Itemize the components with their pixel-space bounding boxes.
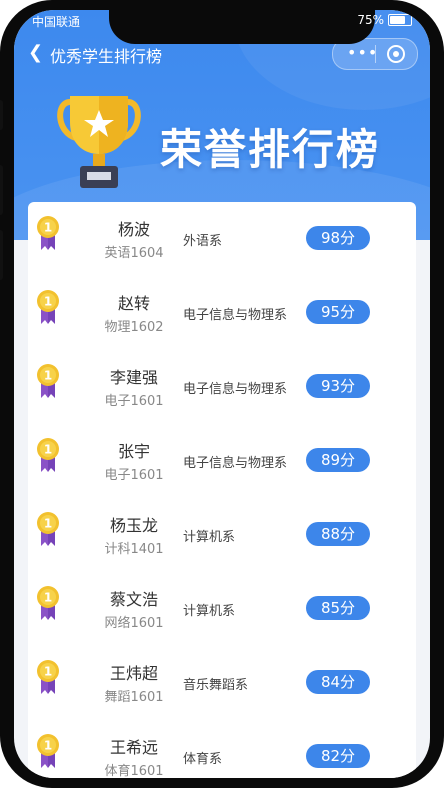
side-button <box>0 100 3 130</box>
capsule-divider <box>375 45 376 63</box>
svg-text:1: 1 <box>44 221 52 235</box>
battery-percent: 75% <box>357 13 384 27</box>
phone-mockup: 中国联通 75% ❮ 优秀学生排行榜 ••• 荣誉排行榜 1 杨波 英语1604… <box>0 0 444 788</box>
medal-icon: 1 <box>36 734 60 770</box>
student-department: 电子信息与物理系 <box>183 456 288 471</box>
trophy-icon <box>57 96 141 188</box>
student-department: 计算机系 <box>183 604 236 619</box>
svg-text:1: 1 <box>44 591 52 605</box>
medal-icon: 1 <box>36 512 60 548</box>
medal-icon: 1 <box>36 364 60 400</box>
side-button <box>0 165 3 215</box>
svg-text:1: 1 <box>44 295 52 309</box>
medal-icon: 1 <box>36 438 60 474</box>
medal-icon: 1 <box>36 660 60 696</box>
svg-text:1: 1 <box>44 665 52 679</box>
medal-icon: 1 <box>36 586 60 622</box>
student-class: 英语1604 <box>104 246 164 261</box>
student-name: 蔡文浩 <box>109 590 158 609</box>
ranking-row[interactable]: 1 赵转 物理1602 电子信息与物理系 95分 <box>28 276 416 350</box>
chevron-left-icon[interactable]: ❮ <box>28 43 43 63</box>
student-department: 计算机系 <box>183 530 236 545</box>
student-department: 电子信息与物理系 <box>183 308 288 323</box>
status-bar: 中国联通 75% <box>14 10 430 32</box>
mini-program-close-icon[interactable] <box>387 45 405 63</box>
ranking-row[interactable]: 1 王希远 体育1601 体育系 82分 <box>28 720 416 778</box>
score-badge: 95分 <box>306 300 370 324</box>
battery-icon <box>388 14 412 26</box>
score-badge: 82分 <box>306 744 370 768</box>
svg-text:1: 1 <box>44 739 52 753</box>
ranking-row[interactable]: 1 杨波 英语1604 外语系 98分 <box>28 202 416 276</box>
ranking-row[interactable]: 1 张宇 电子1601 电子信息与物理系 89分 <box>28 424 416 498</box>
side-button <box>0 230 3 280</box>
medal-icon: 1 <box>36 290 60 326</box>
svg-text:1: 1 <box>44 517 52 531</box>
ranking-row[interactable]: 1 蔡文浩 网络1601 计算机系 85分 <box>28 572 416 646</box>
student-name: 杨波 <box>117 220 150 239</box>
svg-text:1: 1 <box>44 369 52 383</box>
score-badge: 93分 <box>306 374 370 398</box>
student-department: 音乐舞蹈系 <box>183 678 249 693</box>
student-class: 物理1602 <box>104 320 164 335</box>
svg-text:1: 1 <box>44 443 52 457</box>
student-class: 舞蹈1601 <box>104 690 164 705</box>
student-department: 电子信息与物理系 <box>183 382 288 397</box>
more-dots-icon[interactable]: ••• <box>347 45 378 61</box>
battery-indicator: 75% <box>357 13 412 27</box>
student-class: 电子1601 <box>104 468 164 483</box>
student-name: 李建强 <box>109 368 158 387</box>
carrier-label: 中国联通 <box>32 15 81 29</box>
ranking-row[interactable]: 1 王炜超 舞蹈1601 音乐舞蹈系 84分 <box>28 646 416 720</box>
banner-title: 荣誉排行榜 <box>160 125 381 174</box>
student-class: 电子1601 <box>104 394 164 409</box>
student-class: 计科1401 <box>104 542 164 557</box>
score-badge: 88分 <box>306 522 370 546</box>
medal-icon: 1 <box>36 216 60 252</box>
student-name: 赵转 <box>117 294 150 313</box>
ranking-row[interactable]: 1 李建强 电子1601 电子信息与物理系 93分 <box>28 350 416 424</box>
ranking-row[interactable]: 1 杨玉龙 计科1401 计算机系 88分 <box>28 498 416 572</box>
student-class: 网络1601 <box>104 616 164 631</box>
student-name: 张宇 <box>117 442 150 461</box>
student-name: 杨玉龙 <box>109 516 158 535</box>
score-badge: 89分 <box>306 448 370 472</box>
score-badge: 98分 <box>306 226 370 250</box>
student-class: 体育1601 <box>104 764 164 778</box>
student-department: 外语系 <box>183 234 223 249</box>
score-badge: 85分 <box>306 596 370 620</box>
page-title: 优秀学生排行榜 <box>50 47 163 66</box>
ranking-list: 1 杨波 英语1604 外语系 98分 1 赵转 物理1602 电子信息与物理系… <box>28 202 416 778</box>
student-department: 体育系 <box>183 752 223 767</box>
battery-level <box>390 16 405 24</box>
student-name: 王希远 <box>109 738 158 757</box>
student-name: 王炜超 <box>109 664 158 683</box>
score-badge: 84分 <box>306 670 370 694</box>
screen: 中国联通 75% ❮ 优秀学生排行榜 ••• 荣誉排行榜 1 杨波 英语1604… <box>14 10 430 778</box>
